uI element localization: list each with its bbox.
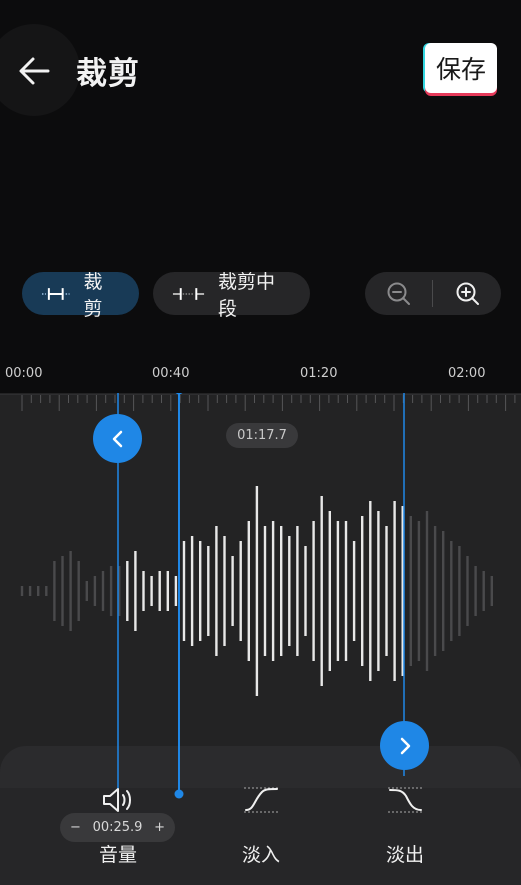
arrow-left-icon	[19, 57, 50, 85]
zoom-divider	[432, 280, 433, 307]
mode-trim-middle-chip[interactable]: 裁剪中段	[153, 271, 310, 320]
volume-tool-label: 音量	[99, 844, 138, 866]
mode-trim-middle-label: 裁剪中段	[218, 270, 276, 320]
trim-middle-icon	[172, 287, 205, 300]
fade-out-icon	[388, 787, 424, 813]
volume-decrease-button[interactable]: −	[70, 820, 81, 835]
speaker-icon	[103, 788, 131, 812]
fade-in-tool-button[interactable]	[243, 786, 281, 818]
current-time-badge: 01:17.7	[226, 423, 298, 448]
waveform	[20, 393, 516, 793]
zoom-controls	[365, 272, 501, 315]
volume-increase-button[interactable]: +	[154, 820, 165, 835]
ruler-ticks	[21, 395, 516, 411]
fade-in-icon	[244, 787, 280, 813]
volume-stepper: − 00:25.9 +	[60, 813, 175, 842]
zoom-in-button[interactable]	[434, 272, 501, 315]
trim-start-handle[interactable]	[93, 414, 142, 463]
chevron-left-icon	[112, 430, 122, 447]
trim-end-handle[interactable]	[380, 721, 429, 770]
trim-icon	[41, 287, 70, 300]
page-title: 裁剪	[76, 56, 140, 92]
zoom-out-icon	[387, 282, 410, 305]
waveform-bars	[20, 486, 493, 696]
save-button[interactable]: 保存	[425, 43, 497, 93]
ruler-label: 00:00	[5, 366, 43, 381]
volume-value: 00:25.9	[92, 820, 143, 835]
mode-trim-chip[interactable]: 裁剪	[22, 271, 139, 320]
back-button[interactable]	[14, 52, 54, 90]
ruler-label: 01:20	[300, 366, 338, 381]
zoom-in-icon	[456, 282, 479, 305]
fade-out-tool-button[interactable]	[387, 786, 425, 818]
fade-in-tool-label: 淡入	[242, 844, 281, 866]
playhead-top-dot	[175, 393, 183, 395]
playhead-bottom-dot	[174, 789, 184, 799]
ruler-label: 00:40	[152, 366, 190, 381]
fade-out-tool-label: 淡出	[386, 844, 425, 866]
ruler-label: 02:00	[448, 366, 486, 381]
zoom-out-button[interactable]	[365, 272, 432, 315]
mode-trim-label: 裁剪	[83, 270, 103, 320]
chevron-right-icon	[400, 737, 410, 754]
